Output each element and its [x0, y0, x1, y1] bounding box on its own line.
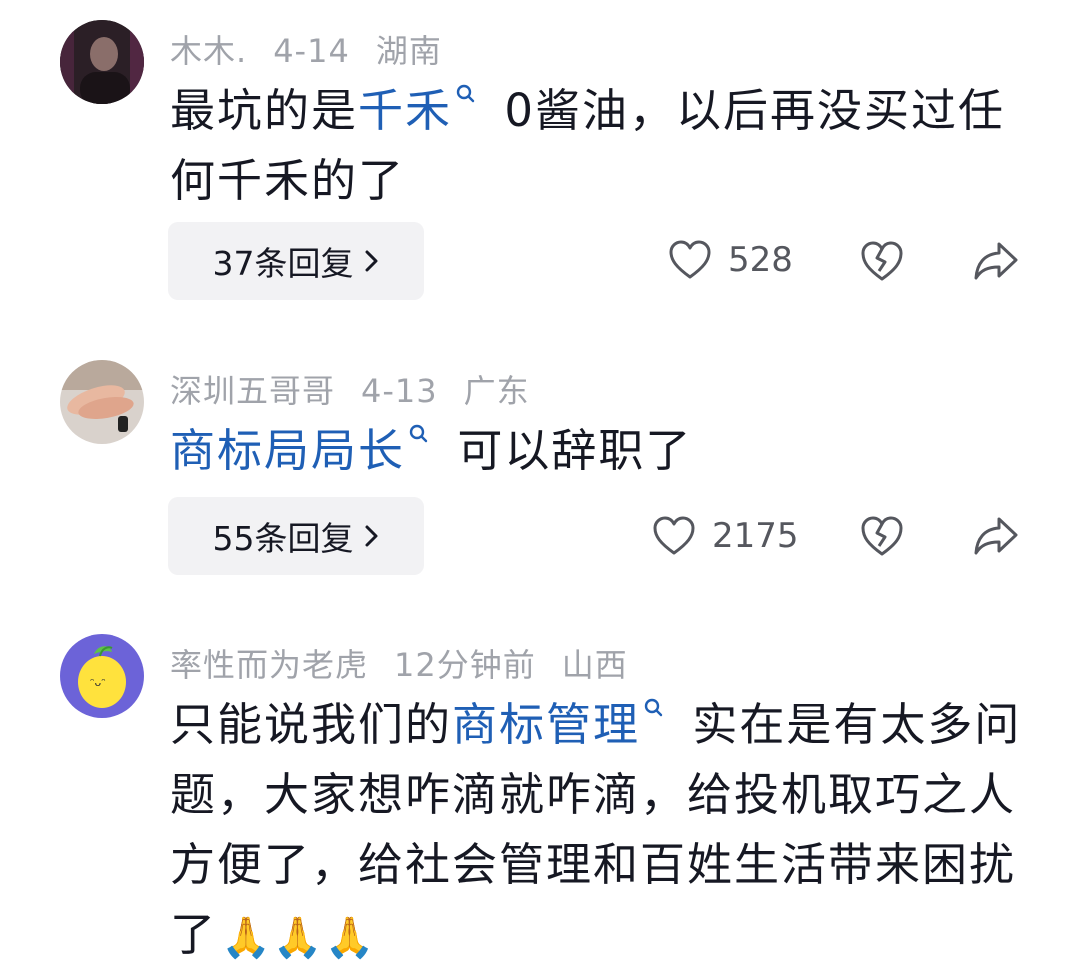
heart-icon	[653, 516, 695, 555]
comment-text: 商标局局长 可以辞职了	[170, 424, 693, 477]
view-replies-button[interactable]: 55条回复	[168, 497, 424, 575]
comment-location: 广东	[463, 372, 530, 410]
pray-emoji: 🙏🙏🙏	[221, 915, 377, 961]
svg-text:ᵔᴗᵔ: ᵔᴗᵔ	[90, 676, 106, 689]
comment-text: 最坑的是千禾 0酱油，以后再没买过任何千禾的了	[170, 84, 1005, 207]
like-count: 528	[728, 240, 793, 280]
comment-meta: 深圳五哥哥 4-13 广东	[170, 366, 556, 412]
broken-heart-icon[interactable]	[860, 515, 904, 557]
like-button[interactable]: 2175	[652, 516, 799, 556]
comment-location: 湖南	[375, 32, 442, 70]
avatar-image	[60, 20, 144, 104]
like-button[interactable]: 528	[668, 240, 793, 280]
comment-meta: 木木. 4-14 湖南	[170, 26, 468, 72]
avatar[interactable]	[60, 360, 144, 444]
share-icon[interactable]	[972, 240, 1020, 282]
username[interactable]: 木木.	[170, 32, 247, 70]
view-replies-button[interactable]: 37条回复	[168, 222, 424, 300]
comment-location: 山西	[561, 646, 628, 684]
avatar[interactable]: ᵔᴗᵔ	[60, 634, 144, 718]
search-link[interactable]: 商标管理	[452, 698, 640, 751]
search-icon[interactable]	[409, 424, 429, 448]
comment-meta: 率性而为老虎 12分钟前 山西	[170, 640, 654, 686]
comment-text: 只能说我们的商标管理 实在是有太多问题，大家想咋滴就咋滴，给投机取巧之人方便了，…	[170, 690, 1030, 973]
username[interactable]: 率性而为老虎	[170, 646, 368, 684]
like-count: 2175	[712, 516, 799, 556]
chevron-right-icon	[364, 249, 380, 273]
avatar-image: ᵔᴗᵔ	[60, 634, 144, 718]
comment-date: 4-14	[273, 32, 350, 70]
share-icon[interactable]	[972, 515, 1020, 557]
comment-date: 12分钟前	[394, 646, 536, 684]
search-icon[interactable]	[456, 84, 476, 108]
search-link[interactable]: 千禾	[358, 84, 452, 137]
heart-icon	[669, 240, 711, 279]
search-icon[interactable]	[644, 698, 664, 722]
search-link[interactable]: 商标局局长	[170, 424, 405, 477]
avatar[interactable]	[60, 20, 144, 104]
comment-date: 4-13	[361, 372, 438, 410]
chevron-right-icon	[364, 524, 380, 548]
broken-heart-icon[interactable]	[860, 240, 904, 282]
avatar-image	[60, 360, 144, 444]
username[interactable]: 深圳五哥哥	[170, 372, 335, 410]
